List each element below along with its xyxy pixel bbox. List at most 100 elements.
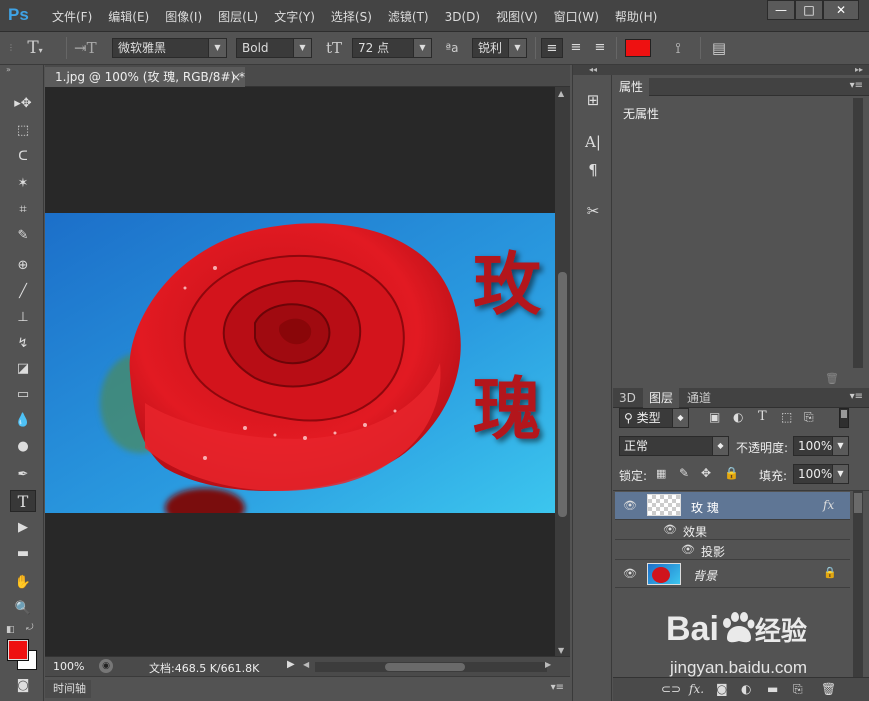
horizontal-scroll-thumb[interactable] — [385, 663, 465, 671]
history-panel-icon[interactable]: ⊞ — [581, 89, 605, 111]
dodge-tool-icon[interactable]: ● — [10, 436, 36, 458]
layer-drop-shadow-row[interactable]: 👁 投影 — [615, 540, 850, 560]
panel-menu-icon[interactable]: ▾≡ — [551, 682, 564, 693]
pen-tool-icon[interactable]: ✒ — [10, 464, 36, 486]
tab-3d[interactable]: 3D — [613, 388, 642, 408]
filter-pixel-icon[interactable]: ▣ — [709, 410, 720, 424]
close-icon[interactable]: × — [231, 67, 241, 87]
minimize-button[interactable]: — — [767, 0, 795, 20]
menu-file[interactable]: 文件(F) — [44, 8, 100, 26]
swap-colors-icon[interactable]: ⤾ — [26, 623, 38, 633]
paragraph-panel-icon[interactable]: ¶ — [581, 159, 605, 181]
foreground-color-swatch[interactable] — [7, 639, 29, 661]
menu-view[interactable]: 视图(V) — [488, 8, 546, 26]
antialias-select[interactable]: 锐利 ▼ — [472, 38, 527, 58]
menu-layer[interactable]: 图层(L) — [210, 8, 266, 26]
type-tool-preset-icon[interactable]: T▾ — [22, 38, 48, 58]
menu-select[interactable]: 选择(S) — [323, 8, 380, 26]
panel-menu-icon[interactable]: ▾≡ — [850, 80, 863, 91]
tab-properties[interactable]: 属性 — [613, 78, 650, 96]
tool-presets-icon[interactable]: ✂ — [581, 200, 605, 222]
trash-icon[interactable]: 🗑 — [825, 372, 839, 385]
status-info-icon[interactable]: ◉ — [99, 659, 113, 673]
character-panel-icon[interactable]: A| — [581, 131, 605, 153]
lock-image-icon[interactable]: ✎ — [679, 466, 689, 480]
lock-all-icon[interactable]: 🔒 — [724, 466, 739, 480]
scroll-down-icon[interactable]: ▼ — [558, 646, 564, 655]
eraser-tool-icon[interactable]: ◪ — [10, 358, 36, 380]
link-layers-icon[interactable]: ⊂⊃ — [661, 682, 681, 696]
magic-wand-tool-icon[interactable]: ✶ — [10, 173, 36, 195]
panels-collapse-icon[interactable]: ▸▸ — [613, 65, 869, 75]
blur-tool-icon[interactable]: 💧 — [10, 410, 36, 432]
history-brush-tool-icon[interactable]: ↯ — [10, 333, 36, 355]
menu-filter[interactable]: 滤镜(T) — [380, 8, 437, 26]
lasso-tool-icon[interactable]: ᑕ — [10, 146, 36, 168]
blend-mode-select[interactable]: 正常 ◆ — [619, 436, 729, 456]
canvas-image[interactable]: 玫 瑰 — [45, 213, 555, 513]
strip-collapse-icon[interactable]: ◂◂ — [573, 65, 613, 75]
layer-list-scrollbar[interactable] — [853, 491, 863, 677]
lock-position-icon[interactable]: ✥ — [701, 466, 711, 480]
maximize-button[interactable]: □ — [795, 0, 823, 20]
menu-help[interactable]: 帮助(H) — [607, 8, 665, 26]
layer-list-scroll-thumb[interactable] — [854, 493, 862, 513]
quick-mask-icon[interactable]: ◙ — [10, 675, 36, 697]
crop-tool-icon[interactable]: ⌗ — [10, 199, 36, 221]
scroll-right-icon[interactable]: ▶ — [545, 660, 551, 669]
scroll-left-icon[interactable]: ◀ — [303, 660, 309, 669]
layer-row-text[interactable]: 👁 玫 瑰 fx — [615, 492, 850, 520]
text-color-swatch[interactable] — [625, 39, 651, 57]
menu-3d[interactable]: 3D(D) — [437, 8, 488, 26]
hand-tool-icon[interactable]: ✋ — [10, 572, 36, 594]
clone-stamp-tool-icon[interactable]: ⊥ — [10, 307, 36, 329]
menu-type[interactable]: 文字(Y) — [266, 8, 323, 26]
new-adjustment-icon[interactable]: ◐ — [741, 682, 751, 696]
panel-menu-icon[interactable]: ▾≡ — [850, 391, 863, 402]
timeline-tab[interactable]: 时间轴 — [45, 680, 91, 698]
filter-smart-object-icon[interactable]: ⎘ — [804, 410, 814, 425]
tab-channels[interactable]: 通道 — [681, 388, 717, 408]
eye-icon[interactable]: 👁 — [663, 523, 677, 537]
layer-effects-row[interactable]: 👁 效果 — [615, 520, 850, 540]
align-right-button[interactable]: ≡ — [589, 38, 611, 58]
tab-layers[interactable]: 图层 — [643, 388, 680, 408]
default-colors-icon[interactable]: ◧ — [6, 625, 18, 635]
align-center-button[interactable]: ≡ — [565, 38, 587, 58]
font-family-select[interactable]: 微软雅黑 ▼ — [112, 38, 227, 58]
delete-layer-icon[interactable]: 🗑 — [821, 682, 836, 696]
horizontal-scrollbar[interactable] — [315, 662, 547, 672]
gradient-tool-icon[interactable]: ▭ — [10, 384, 36, 406]
eye-icon[interactable]: 👁 — [623, 567, 637, 581]
path-selection-tool-icon[interactable]: ▶ — [10, 517, 36, 539]
zoom-level[interactable]: 100% — [53, 660, 84, 673]
close-button[interactable]: ✕ — [823, 0, 859, 20]
eye-icon[interactable]: 👁 — [681, 543, 695, 557]
warp-text-icon[interactable]: ⟟ — [666, 38, 690, 58]
document-tab[interactable]: 1.jpg @ 100% (玫 瑰, RGB/8#) * × — [45, 67, 245, 87]
character-panel-toggle-icon[interactable]: ▤ — [708, 38, 730, 58]
toggle-orientation-icon[interactable]: ⇥T — [74, 38, 97, 58]
filter-shape-icon[interactable]: ⬚ — [781, 410, 792, 424]
rectangle-tool-icon[interactable]: ▬ — [10, 543, 36, 565]
healing-brush-tool-icon[interactable]: ⊕ — [10, 255, 36, 277]
new-layer-icon[interactable]: ⎘ — [793, 682, 803, 697]
filter-type-icon[interactable]: T — [758, 409, 767, 424]
font-size-select[interactable]: 72 点 ▼ — [352, 38, 432, 58]
eyedropper-tool-icon[interactable]: ✎ — [10, 225, 36, 247]
move-tool-icon[interactable]: ▸✥ — [10, 93, 36, 115]
filter-toggle[interactable] — [839, 408, 849, 428]
new-group-icon[interactable]: ▬ — [767, 682, 778, 696]
menu-window[interactable]: 窗口(W) — [546, 8, 607, 26]
type-tool-icon[interactable]: T — [10, 490, 36, 512]
marquee-tool-icon[interactable]: ⬚ — [10, 120, 36, 142]
add-mask-icon[interactable]: ◙ — [716, 682, 728, 696]
layer-row-background[interactable]: 👁 背景 🔒 — [615, 560, 850, 588]
menu-edit[interactable]: 编辑(E) — [100, 8, 157, 26]
menu-image[interactable]: 图像(I) — [157, 8, 210, 26]
fx-icon[interactable]: fx — [823, 498, 834, 512]
properties-scrollbar[interactable] — [853, 98, 863, 368]
status-menu-arrow-icon[interactable]: ▶ — [287, 659, 295, 670]
opacity-input[interactable]: 100% ▼ — [793, 436, 849, 456]
layer-filter-select[interactable]: ⚲ 类型 ◆ — [619, 408, 689, 428]
